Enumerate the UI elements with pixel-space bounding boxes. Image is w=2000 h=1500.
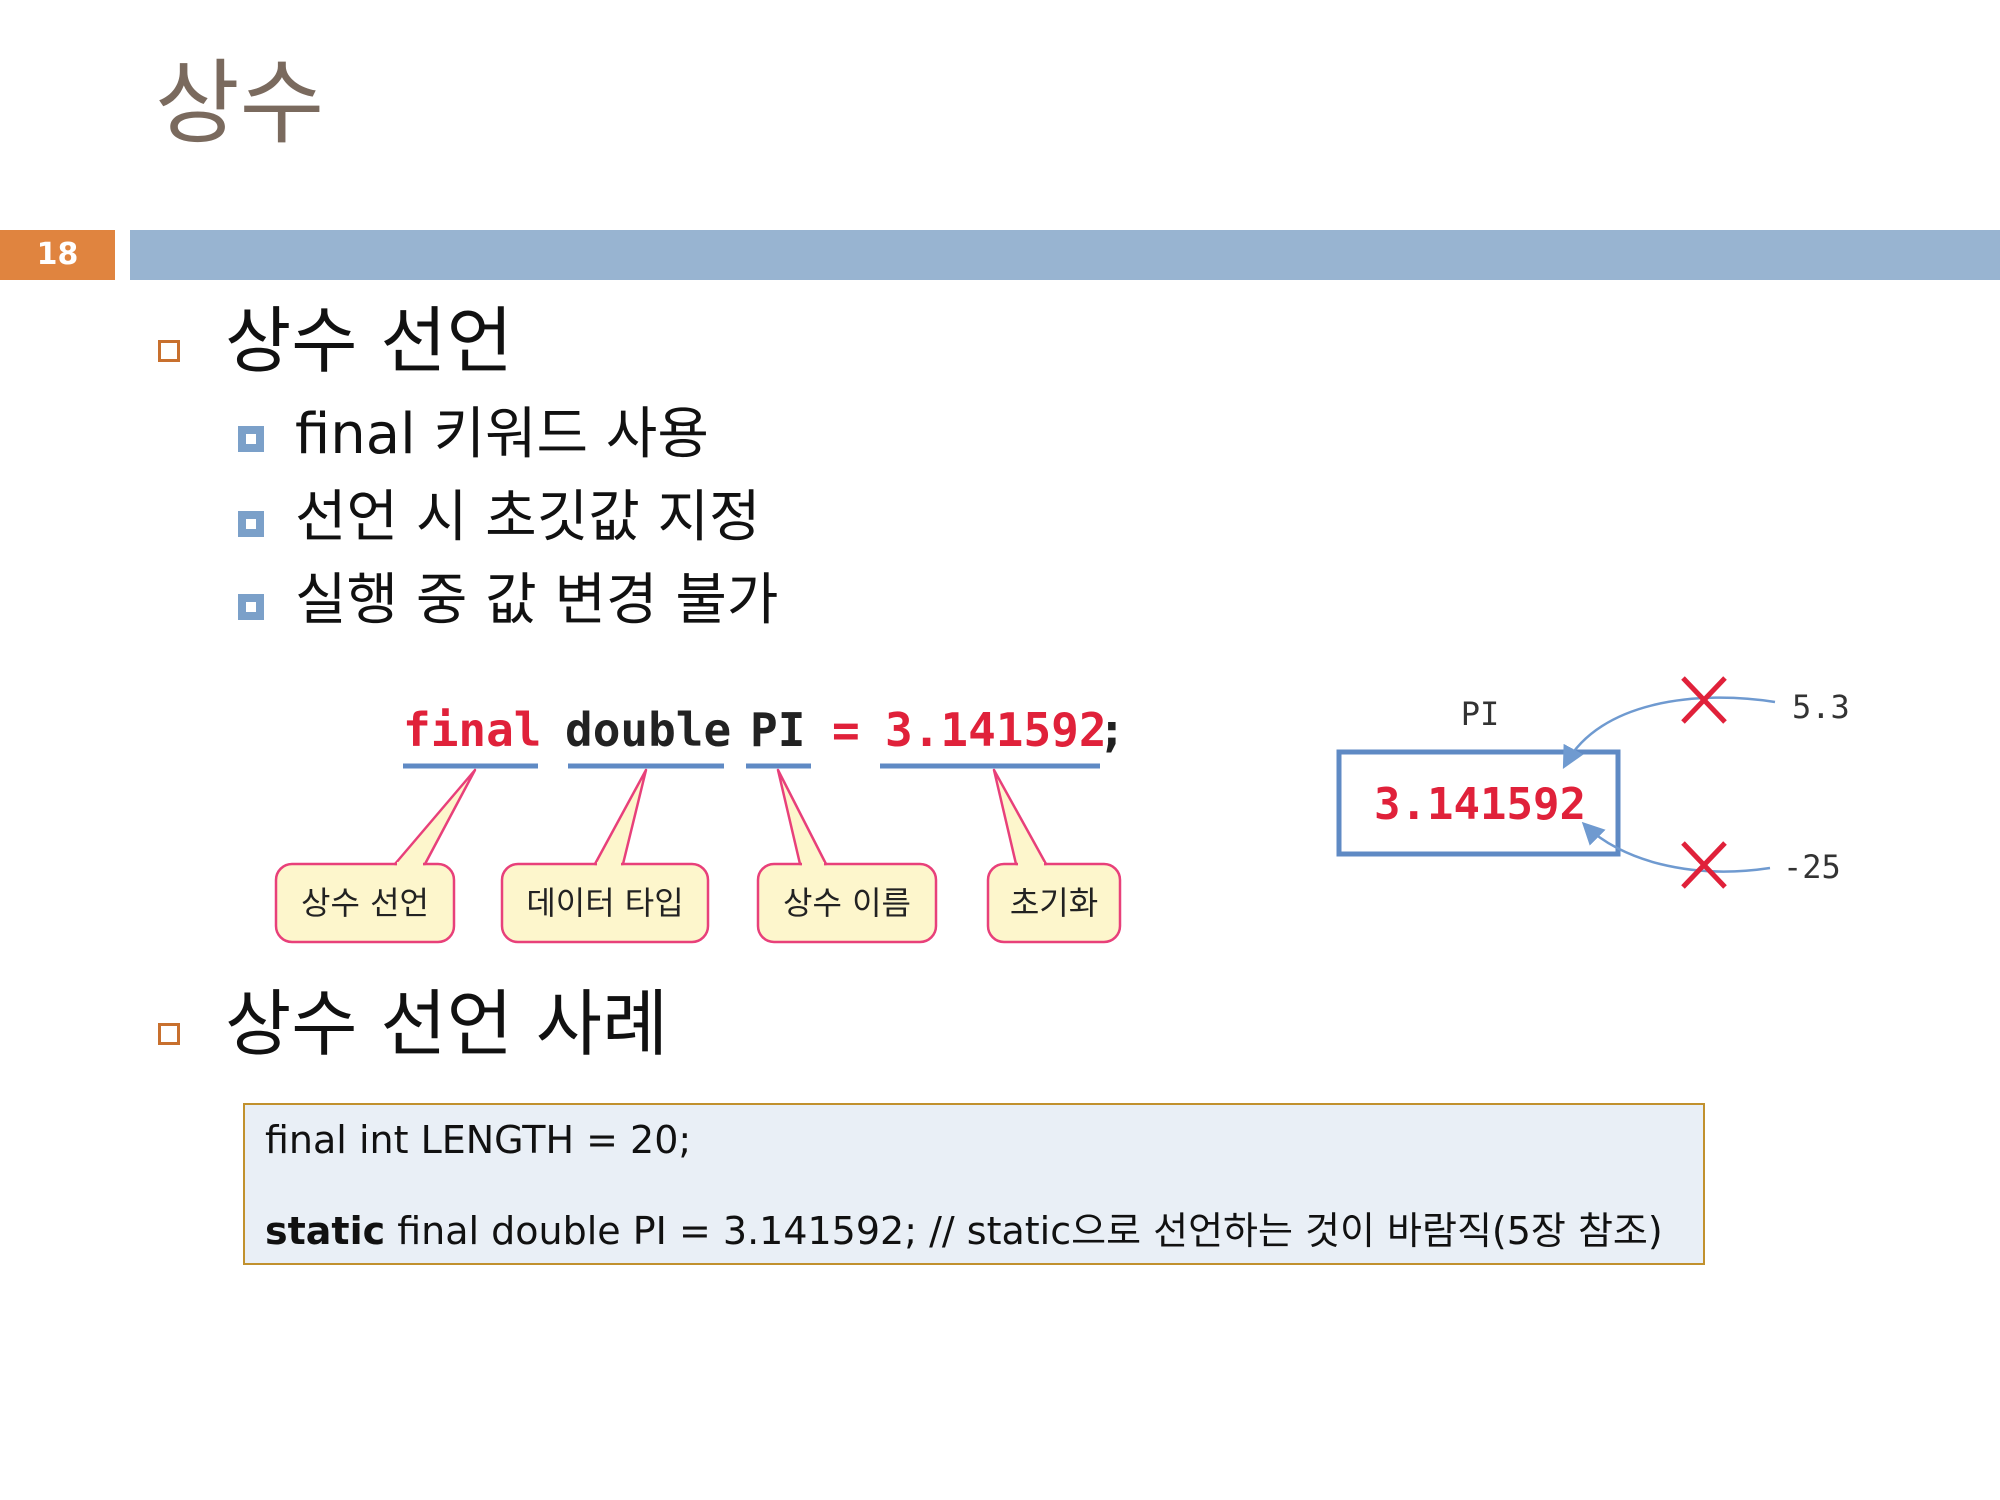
pi-value: 3.141592 <box>1374 779 1586 830</box>
pi-label: PI <box>1461 695 1500 733</box>
section-heading-examples: 상수 선언 사례 <box>225 982 669 1066</box>
static-keyword: static <box>265 1209 386 1253</box>
attempt-value-bottom: -25 <box>1783 848 1841 886</box>
cross-bottom-icon <box>1681 841 1727 889</box>
code-line-1: final int LENGTH = 20; <box>265 1118 692 1162</box>
code-example-box: final int LENGTH = 20; static final doub… <box>243 1103 1705 1265</box>
code-line-2-rest: final double PI = 3.141592; // static으로 … <box>385 1209 1663 1253</box>
attempt-value-top: 5.3 <box>1792 688 1850 726</box>
bullet-square-icon <box>158 1023 180 1045</box>
code-line-2: static final double PI = 3.141592; // st… <box>265 1212 1663 1250</box>
pi-constant-diagram: PI 3.141592 5.3 -25 <box>1336 676 1850 889</box>
